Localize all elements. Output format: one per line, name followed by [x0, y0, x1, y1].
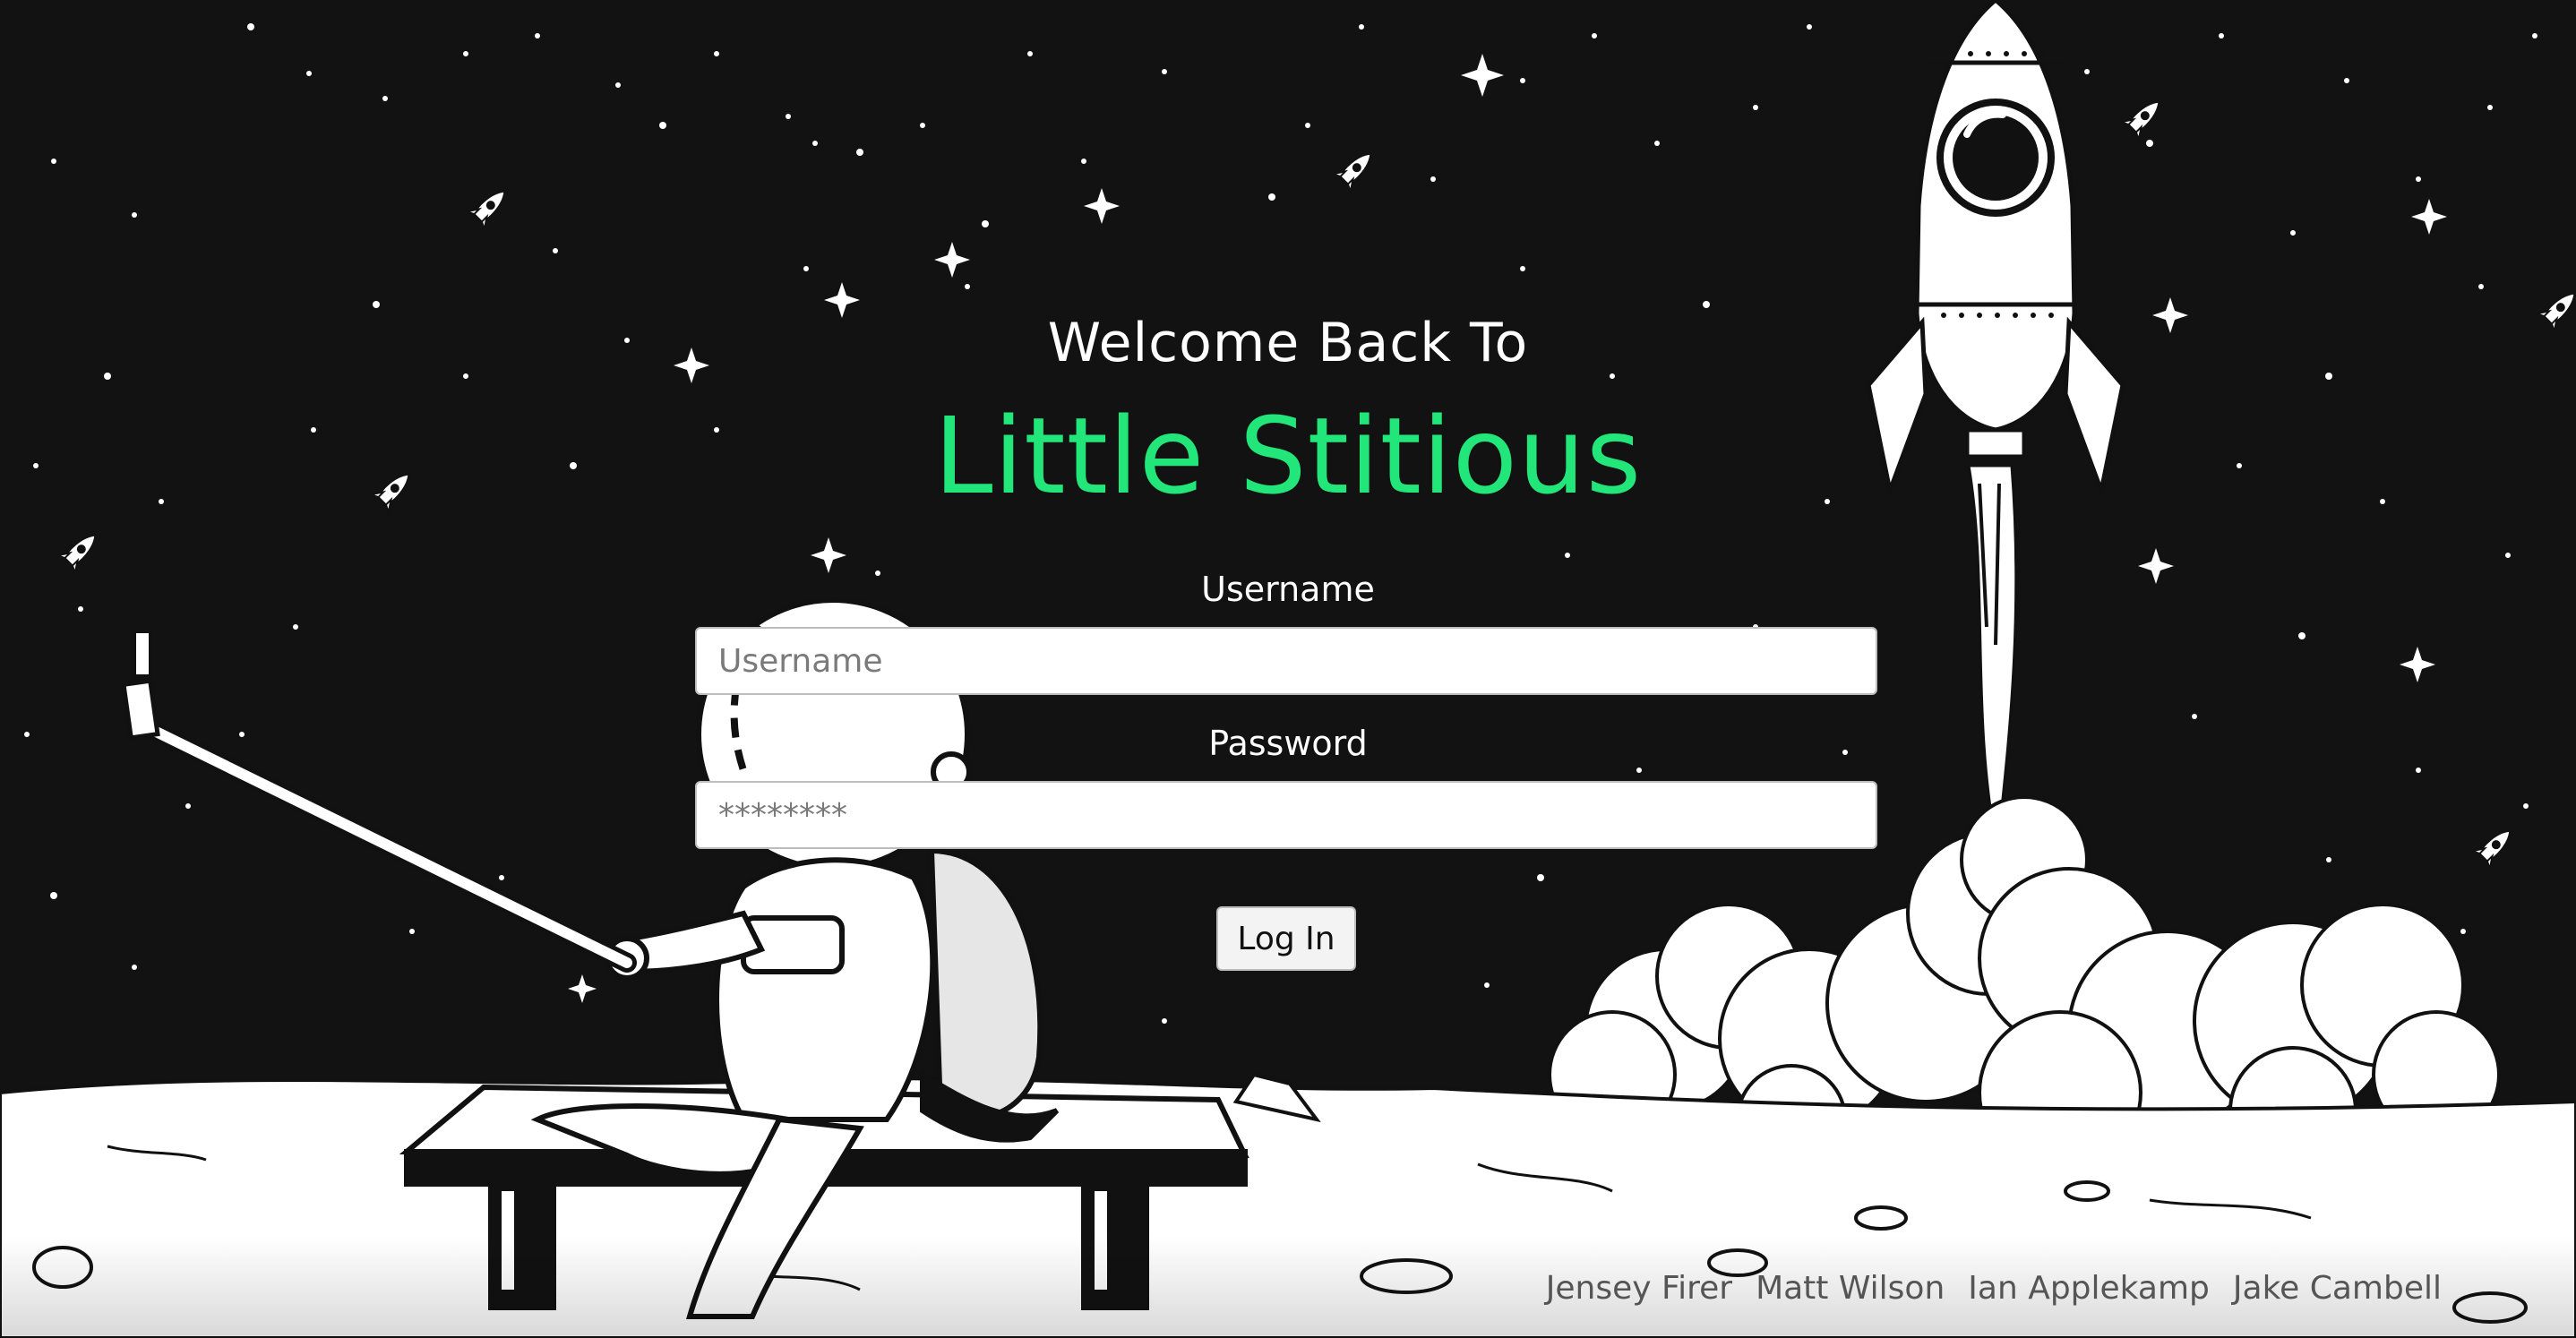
- username-label: Username: [1201, 570, 1375, 609]
- app-title: Little Stitious: [933, 394, 1643, 518]
- credit-name: Ian Applekamp: [1968, 1270, 2210, 1307]
- credit-name: Jake Cambell: [2232, 1270, 2442, 1307]
- login-button[interactable]: Log In: [1216, 906, 1356, 971]
- credits-list: Jensey Firer Matt Wilson Ian Applekamp J…: [1546, 1270, 2442, 1307]
- password-input[interactable]: [695, 781, 1877, 849]
- password-label: Password: [1208, 724, 1368, 763]
- credit-name: Matt Wilson: [1756, 1270, 1945, 1307]
- login-page: Welcome Back To Little Stitious Username…: [0, 0, 2576, 1338]
- star-field: [24, 23, 2537, 1024]
- welcome-heading: Welcome Back To: [1047, 312, 1529, 374]
- selfie-stick-illustration: [121, 630, 637, 973]
- credit-name: Jensey Firer: [1545, 1270, 1733, 1307]
- username-input[interactable]: [695, 627, 1877, 695]
